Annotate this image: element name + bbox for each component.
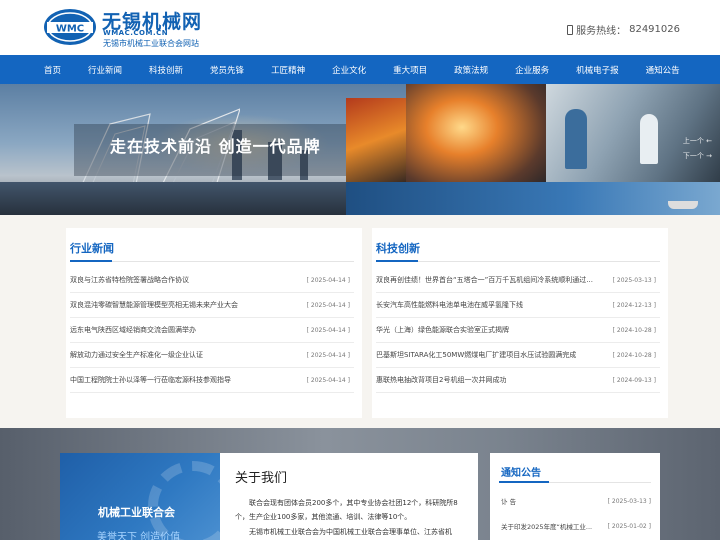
news-item-date: [ 2025-04-14 ]: [306, 376, 350, 384]
nav-item-industry-news[interactable]: 行业新闻: [88, 64, 122, 76]
notice-item-title[interactable]: 讣 告: [501, 496, 516, 506]
news-item-title[interactable]: 长安汽车高性能燃料电池单电池在威孚氢隆下线: [376, 300, 523, 310]
banner-boat: [668, 201, 698, 209]
notice-list-item[interactable]: 关于印发2025年度“机械工业... [ 2025-01-02 ]: [501, 521, 651, 532]
news-list-item[interactable]: 巴基斯坦SITARA化工50MW燃煤电厂扩建项目水压试验圆满完成 [ 2024-…: [376, 343, 660, 368]
news-list-item[interactable]: 华光（上海）绿色能源联合实验室正式揭牌 [ 2024-10-28 ]: [376, 318, 660, 343]
banner-water: [0, 182, 350, 215]
arrow-right-icon: →: [706, 152, 712, 160]
news-item-title[interactable]: 远东电气陕西区域经销商交流会圆满举办: [70, 325, 196, 335]
news-item-title[interactable]: 惠联热电抽改背项目2号机组一次并网成功: [376, 375, 506, 385]
banner-next-label: 下一个: [682, 152, 704, 160]
nav-item-craftsman[interactable]: 工匠精神: [271, 64, 305, 76]
logo-mark-text: WMC: [56, 24, 84, 35]
news-item-date: [ 2024-10-28 ]: [612, 351, 656, 359]
banner-next-button[interactable]: 下一个 →: [683, 151, 712, 161]
service-hotline: 服务热线： 82491026: [567, 22, 680, 37]
banner-worker-figure: [640, 114, 658, 164]
nav-item-services[interactable]: 企业服务: [515, 64, 549, 76]
news-item-title[interactable]: 华光（上海）绿色能源联合实验室正式揭牌: [376, 325, 509, 335]
news-item-title[interactable]: 解放动力通过安全生产标准化一级企业认证: [70, 350, 203, 360]
nav-item-tech-innovation[interactable]: 科技创新: [149, 64, 183, 76]
logo-domain: WMAC.COM.CN: [103, 29, 169, 37]
nav-item-party-pioneer[interactable]: 党员先锋: [210, 64, 244, 76]
banner-worker-figure: [565, 109, 587, 169]
banner-blue-strip: [346, 182, 720, 215]
about-us-paragraph: 无锡市机械工业联合会为中国机械工业联合会理事单位、江苏省机: [249, 528, 452, 536]
hotline-number: 82491026: [629, 24, 680, 35]
nav-item-culture[interactable]: 企业文化: [332, 64, 366, 76]
tech-innovation-title[interactable]: 科技创新: [376, 240, 420, 256]
phone-icon: [567, 24, 574, 35]
banner-prev-button[interactable]: 上一个 ←: [683, 136, 712, 146]
news-list-item[interactable]: 中国工程院院士孙以泽等一行莅临宏源科技参观指导 [ 2025-04-14 ]: [70, 368, 354, 393]
panel-divider: [376, 261, 660, 262]
news-list-item[interactable]: 双良与江苏省特检院签署战略合作协议 [ 2025-04-14 ]: [70, 268, 354, 293]
banner-photo-welding: [346, 98, 406, 182]
news-item-date: [ 2024-10-28 ]: [612, 326, 656, 334]
panel-title-underline: [376, 260, 418, 262]
panel-divider: [70, 261, 354, 262]
nav-item-major-projects[interactable]: 重大项目: [393, 64, 427, 76]
news-item-date: [ 2025-03-13 ]: [612, 276, 656, 284]
news-item-date: [ 2025-04-14 ]: [306, 276, 350, 284]
hotline-label: 服务热线：: [576, 26, 627, 37]
industry-news-panel: 行业新闻 双良与江苏省特检院签署战略合作协议 [ 2025-04-14 ] 双良…: [66, 228, 362, 418]
about-us-paragraph: 联合会现有团体会员200多个，其中专业协会社团12个，科研院所8个，生产企业10…: [235, 499, 458, 521]
logo-subtitle: 无锡市机械工业联合会网站: [103, 39, 199, 48]
promo-title: 机械工业联合会: [98, 506, 175, 519]
federation-promo-card[interactable]: 机械工业联合会 美誉天下 创造价值: [60, 453, 220, 540]
panel-title-underline: [499, 481, 549, 483]
nav-item-policy[interactable]: 政策法规: [454, 64, 488, 76]
tech-innovation-panel: 科技创新 双良再创佳绩！世界首台“五塔合一”百万千瓦机组间冷系统顺利通过... …: [372, 228, 668, 418]
banner-photo-foundry: [406, 84, 546, 192]
banner-slogan: 走在技术前沿 创造一代品牌: [110, 137, 321, 156]
notice-item-date: [ 2025-03-13 ]: [607, 497, 651, 505]
news-list-item[interactable]: 远东电气陕西区域经销商交流会圆满举办 [ 2025-04-14 ]: [70, 318, 354, 343]
news-list-item[interactable]: 惠联热电抽改背项目2号机组一次并网成功 [ 2024-09-13 ]: [376, 368, 660, 393]
news-list-item[interactable]: 双良再创佳绩！世界首台“五塔合一”百万千瓦机组间冷系统顺利通过... [ 202…: [376, 268, 660, 293]
news-item-date: [ 2025-04-14 ]: [306, 351, 350, 359]
about-us-panel: 关于我们 联合会现有团体会员200多个，其中专业协会社团12个，科研院所8个，生…: [220, 453, 478, 540]
main-nav: 首页 行业新闻 科技创新 党员先锋 工匠精神 企业文化 重大项目 政策法规 企业…: [0, 55, 720, 84]
news-list-item[interactable]: 解放动力通过安全生产标准化一级企业认证 [ 2025-04-14 ]: [70, 343, 354, 368]
panel-title-underline: [70, 260, 112, 262]
promo-subtitle: 美誉天下 创造价值: [97, 532, 181, 540]
arrow-left-icon: ←: [706, 137, 712, 145]
news-item-title[interactable]: 中国工程院院士孙以泽等一行莅临宏源科技参观指导: [70, 375, 231, 385]
news-item-title[interactable]: 双良与江苏省特检院签署战略合作协议: [70, 275, 189, 285]
news-item-date: [ 2024-09-13 ]: [612, 376, 656, 384]
news-list-item[interactable]: 双良混沌零碳智慧能源管理模型亮相无锡未来产业大会 [ 2025-04-14 ]: [70, 293, 354, 318]
industry-news-title[interactable]: 行业新闻: [70, 240, 114, 256]
about-us-title[interactable]: 关于我们: [235, 467, 287, 486]
news-item-date: [ 2025-04-14 ]: [306, 326, 350, 334]
hero-banner[interactable]: 走在技术前沿 创造一代品牌 上一个 ← 下一个 →: [0, 84, 720, 215]
news-list-item[interactable]: 长安汽车高性能燃料电池单电池在威孚氢隆下线 [ 2024-12-13 ]: [376, 293, 660, 318]
news-item-title[interactable]: 双良再创佳绩！世界首台“五塔合一”百万千瓦机组间冷系统顺利通过...: [376, 275, 593, 285]
site-header: WMC 无锡机械网 WMAC.COM.CN 无锡市机械工业联合会网站 服务热线：…: [0, 0, 720, 55]
banner-prev-label: 上一个: [682, 137, 704, 145]
nav-item-e-paper[interactable]: 机械电子报: [576, 64, 619, 76]
news-item-date: [ 2025-04-14 ]: [306, 301, 350, 309]
news-item-date: [ 2024-12-13 ]: [612, 301, 656, 309]
notice-item-title[interactable]: 关于印发2025年度“机械工业...: [501, 521, 592, 531]
news-item-title[interactable]: 巴基斯坦SITARA化工50MW燃煤电厂扩建项目水压试验圆满完成: [376, 350, 576, 360]
wmc-logo-icon[interactable]: WMC: [43, 8, 97, 46]
notice-title[interactable]: 通知公告: [501, 464, 541, 479]
nav-item-home[interactable]: 首页: [44, 64, 61, 76]
notice-panel: 通知公告 讣 告 [ 2025-03-13 ] 关于印发2025年度“机械工业.…: [490, 453, 660, 540]
notice-item-date: [ 2025-01-02 ]: [607, 522, 651, 530]
news-item-title[interactable]: 双良混沌零碳智慧能源管理模型亮相无锡未来产业大会: [70, 300, 238, 310]
notice-list-item[interactable]: 讣 告 [ 2025-03-13 ]: [501, 496, 651, 507]
nav-item-notices[interactable]: 通知公告: [646, 64, 680, 76]
